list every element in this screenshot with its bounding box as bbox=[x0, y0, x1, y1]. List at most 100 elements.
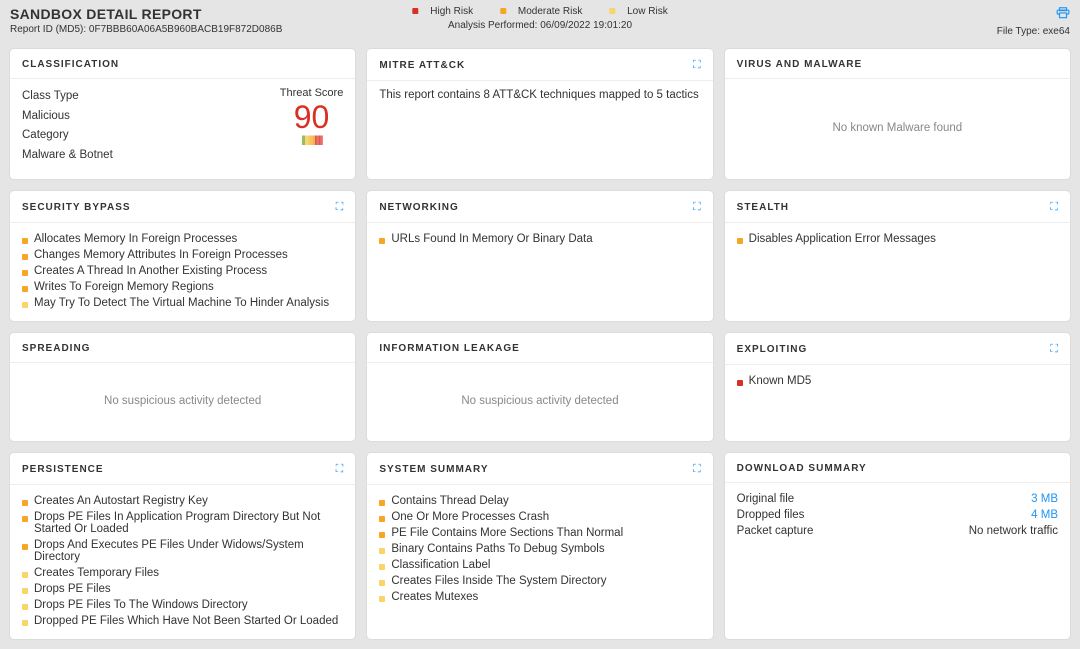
list-item-text: Drops PE Files In Application Program Di… bbox=[34, 511, 343, 535]
list-item: Creates Temporary Files bbox=[22, 565, 343, 581]
list-item: Creates Files Inside The System Director… bbox=[379, 573, 700, 589]
card-title-stealth: STEALTH bbox=[737, 202, 789, 213]
legend-high: High Risk bbox=[430, 6, 473, 17]
risk-dot bbox=[22, 516, 28, 522]
card-download-summary: DOWNLOAD SUMMARY Original file 3 MB Droppe… bbox=[725, 453, 1070, 639]
download-row-value: No network traffic bbox=[969, 525, 1058, 537]
class-type-label: Class Type bbox=[22, 87, 113, 107]
threat-score-label: Threat Score bbox=[280, 87, 344, 99]
risk-dot bbox=[22, 286, 28, 292]
mitre-text: This report contains 8 ATT&CK techniques… bbox=[379, 89, 698, 101]
list-item: Drops PE Files In Application Program Di… bbox=[22, 509, 343, 537]
threat-score-value: 90 bbox=[280, 99, 344, 136]
risk-dot bbox=[22, 544, 28, 550]
download-row-label: Original file bbox=[737, 493, 795, 505]
classification-fields: Class Type Malicious Category Malware & … bbox=[22, 87, 113, 165]
list-item: May Try To Detect The Virtual Machine To… bbox=[22, 295, 343, 311]
list-item-text: Classification Label bbox=[391, 559, 490, 571]
list-item-text: Drops PE Files To The Windows Directory bbox=[34, 599, 248, 611]
spreading-empty: No suspicious activity detected bbox=[104, 395, 261, 407]
header-center: High Risk Moderate Risk Low Risk Analysi… bbox=[400, 6, 679, 31]
card-title-spreading: SPREADING bbox=[22, 343, 90, 354]
download-row-link[interactable]: 4 MB bbox=[1031, 509, 1058, 521]
list-item-text: Contains Thread Delay bbox=[391, 495, 508, 507]
risk-dot bbox=[379, 516, 385, 522]
expand-icon[interactable]: ⛶ bbox=[693, 463, 701, 476]
expand-icon[interactable]: ⛶ bbox=[336, 463, 344, 476]
risk-dot bbox=[22, 270, 28, 276]
expand-icon[interactable]: ⛶ bbox=[336, 201, 344, 214]
list-item-text: Creates Mutexes bbox=[391, 591, 478, 603]
file-type-label: File Type: bbox=[997, 26, 1043, 37]
risk-dot bbox=[379, 532, 385, 538]
card-stealth: STEALTH ⛶ Disables Application Error Mes… bbox=[725, 191, 1070, 321]
list-item-text: One Or More Processes Crash bbox=[391, 511, 549, 523]
list-item: Classification Label bbox=[379, 557, 700, 573]
list-item-text: Known MD5 bbox=[749, 375, 812, 387]
card-spreading: SPREADING No suspicious activity detecte… bbox=[10, 333, 355, 441]
list-item-text: URLs Found In Memory Or Binary Data bbox=[391, 233, 592, 245]
virus-empty: No known Malware found bbox=[725, 79, 1070, 179]
exploiting-list: Known MD5 bbox=[737, 373, 1058, 389]
expand-icon[interactable]: ⛶ bbox=[693, 201, 701, 214]
card-title-virus: VIRUS AND MALWARE bbox=[737, 59, 863, 70]
list-item-text: Writes To Foreign Memory Regions bbox=[34, 281, 214, 293]
list-item: Writes To Foreign Memory Regions bbox=[22, 279, 343, 295]
list-item: Changes Memory Attributes In Foreign Pro… bbox=[22, 247, 343, 263]
list-item-text: Drops And Executes PE Files Under Widows… bbox=[34, 539, 343, 563]
threat-score-bar: ||||||||||||||||||| bbox=[280, 136, 344, 146]
download-row-label: Dropped files bbox=[737, 509, 805, 521]
legend-moderate: Moderate Risk bbox=[518, 6, 582, 17]
download-row-link[interactable]: 3 MB bbox=[1031, 493, 1058, 505]
report-id-label: Report ID (MD5): bbox=[10, 24, 89, 35]
card-persistence: PERSISTENCE ⛶ Creates An Autostart Regis… bbox=[10, 453, 355, 639]
list-item: Creates An Autostart Registry Key bbox=[22, 493, 343, 509]
card-grid: CLASSIFICATION Class Type Malicious Cate… bbox=[0, 39, 1080, 649]
card-title-download-summary: DOWNLOAD SUMMARY bbox=[737, 463, 867, 474]
header-right: File Type: exe64 bbox=[997, 6, 1070, 37]
list-item: PE File Contains More Sections Than Norm… bbox=[379, 525, 700, 541]
card-title-info-leak: INFORMATION LEAKAGE bbox=[379, 343, 519, 354]
category-value: Malware & Botnet bbox=[22, 146, 113, 166]
class-type-value: Malicious bbox=[22, 107, 113, 127]
stealth-list: Disables Application Error Messages bbox=[737, 231, 1058, 247]
system-summary-list: Contains Thread Delay One Or More Process… bbox=[379, 493, 700, 605]
expand-icon[interactable]: ⛶ bbox=[1050, 343, 1058, 356]
list-item-text: Creates A Thread In Another Existing Pro… bbox=[34, 265, 267, 277]
list-item: Allocates Memory In Foreign Processes bbox=[22, 231, 343, 247]
download-row-label: Packet capture bbox=[737, 525, 814, 537]
networking-list: URLs Found In Memory Or Binary Data bbox=[379, 231, 700, 247]
list-item: URLs Found In Memory Or Binary Data bbox=[379, 231, 700, 247]
expand-icon[interactable]: ⛶ bbox=[1050, 201, 1058, 214]
download-row: Dropped files 4 MB bbox=[737, 507, 1058, 523]
card-virus: VIRUS AND MALWARE No known Malware found bbox=[725, 49, 1070, 179]
report-id-value: 0F7BBB60A06A5B960BACB19F872D086B bbox=[89, 24, 282, 35]
high-risk-dot bbox=[412, 8, 418, 14]
security-bypass-list: Allocates Memory In Foreign ProcessesCha… bbox=[22, 231, 343, 311]
list-item: Drops PE Files bbox=[22, 581, 343, 597]
list-item: Disables Application Error Messages bbox=[737, 231, 1058, 247]
list-item-text: Binary Contains Paths To Debug Symbols bbox=[391, 543, 604, 555]
expand-icon[interactable]: ⛶ bbox=[693, 59, 701, 72]
list-item: Creates A Thread In Another Existing Pro… bbox=[22, 263, 343, 279]
list-item-text: PE File Contains More Sections Than Norm… bbox=[391, 527, 623, 539]
card-title-classification: CLASSIFICATION bbox=[22, 59, 119, 70]
list-item: Drops And Executes PE Files Under Widows… bbox=[22, 537, 343, 565]
risk-dot bbox=[379, 596, 385, 602]
card-title-networking: NETWORKING bbox=[379, 202, 458, 213]
list-item-text: May Try To Detect The Virtual Machine To… bbox=[34, 297, 329, 309]
card-title-system-summary: SYSTEM SUMMARY bbox=[379, 464, 488, 475]
risk-dot bbox=[737, 238, 743, 244]
list-item: Creates Mutexes bbox=[379, 589, 700, 605]
print-icon[interactable] bbox=[997, 6, 1070, 23]
card-mitre: MITRE ATT&CK ⛶ This report contains 8 AT… bbox=[367, 49, 712, 179]
download-row: Original file 3 MB bbox=[737, 491, 1058, 507]
card-security-bypass: SECURITY BYPASS ⛶ Allocates Memory In Fo… bbox=[10, 191, 355, 321]
risk-dot bbox=[379, 548, 385, 554]
card-info-leak: INFORMATION LEAKAGE No suspicious activi… bbox=[367, 333, 712, 441]
legend-low: Low Risk bbox=[627, 6, 668, 17]
card-title-persistence: PERSISTENCE bbox=[22, 464, 104, 475]
card-title-security-bypass: SECURITY BYPASS bbox=[22, 202, 131, 213]
card-title-mitre: MITRE ATT&CK bbox=[379, 60, 465, 71]
list-item-text: Creates Files Inside The System Director… bbox=[391, 575, 606, 587]
